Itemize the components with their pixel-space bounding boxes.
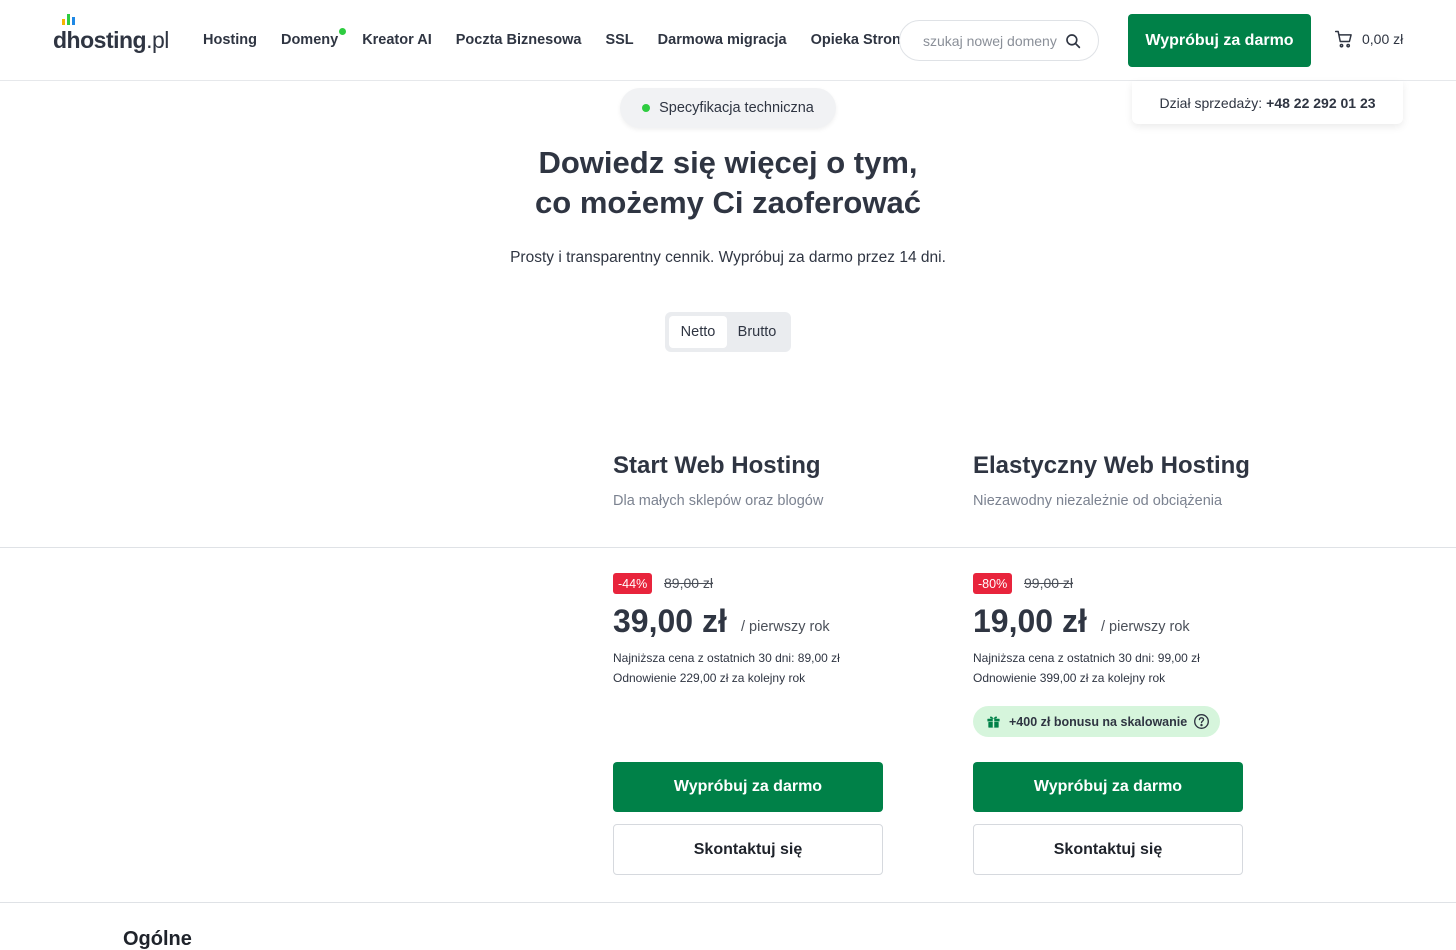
contact-button[interactable]: Skontaktuj się	[613, 824, 883, 875]
tech-spec-label: Specyfikacja techniczna	[659, 100, 814, 116]
lowest-price-note: Najniższa cena z ostatnich 30 dni: 89,00…	[613, 651, 840, 665]
bonus-label: +400 zł bonusu na skalowanie	[1009, 714, 1188, 729]
nav-item-poczta-biznesowa[interactable]: Poczta Biznesowa	[456, 30, 582, 50]
sales-phone[interactable]: +48 22 292 01 23	[1266, 95, 1375, 111]
logo-text: dhosting	[53, 27, 147, 53]
old-price: 99,00 zł	[1024, 575, 1074, 591]
nav-label: Opieka Stron	[810, 32, 901, 48]
try-free-header-button[interactable]: Wypróbuj za darmo	[1128, 14, 1311, 67]
section-title-general: Ogólne	[123, 928, 192, 950]
nav-item-domeny[interactable]: Domeny	[280, 28, 347, 50]
plan-tagline: Dla małych sklepów oraz blogów	[613, 493, 824, 509]
logo[interactable]: dhosting.pl	[53, 14, 169, 54]
plan-tagline: Niezawodny niezależnie od obciążenia	[973, 493, 1223, 509]
logo-bars-icon	[62, 14, 75, 25]
toggle-brutto[interactable]: Brutto	[727, 316, 787, 348]
nav-label: Darmowa migracja	[657, 32, 787, 48]
cart-icon	[1334, 30, 1352, 48]
logo-tld: .pl	[146, 27, 169, 53]
logo-wordmark: dhosting.pl	[53, 14, 169, 54]
plan-name: Start Web Hosting	[613, 452, 821, 479]
cart-total: 0,00 zł	[1362, 31, 1404, 47]
nav-item-ssl[interactable]: SSL	[605, 30, 633, 50]
price-notes: Najniższa cena z ostatnich 30 dni: 99,00…	[973, 648, 1200, 688]
try-free-button[interactable]: Wypróbuj za darmo	[613, 762, 883, 812]
page-subtitle: Prosty i transparentny cennik. Wypróbuj …	[510, 249, 946, 266]
discount-badge: -44%	[613, 573, 653, 594]
divider	[0, 902, 1456, 903]
status-dot	[642, 104, 651, 112]
old-price: 89,00 zł	[664, 575, 714, 591]
price: 19,00 zł	[973, 603, 1087, 639]
page-title: Dowiedz się więcej o tym, co możemy Ci z…	[0, 143, 1456, 223]
nav-label: Poczta Biznesowa	[455, 32, 582, 48]
gift-icon	[987, 716, 1000, 728]
page-title-line1: Dowiedz się więcej o tym,	[538, 145, 918, 180]
try-free-button[interactable]: Wypróbuj za darmo	[973, 762, 1243, 812]
new-dot-indicator	[339, 28, 347, 35]
nav-item-opieka-stron[interactable]: Opieka Stron	[811, 30, 901, 50]
lowest-price-note: Najniższa cena z ostatnich 30 dni: 99,00…	[973, 651, 1200, 665]
sales-label: Dział sprzedaży:	[1159, 94, 1263, 111]
price-type-toggle: Netto Brutto	[665, 312, 791, 352]
renewal-note: Odnowienie 399,00 zł za kolejny rok	[973, 671, 1166, 685]
price-notes: Najniższa cena z ostatnich 30 dni: 89,00…	[613, 648, 840, 688]
domain-search	[899, 20, 1099, 61]
domain-search-input[interactable]	[923, 32, 1058, 49]
toggle-netto[interactable]: Netto	[669, 316, 727, 348]
cart-button[interactable]: 0,00 zł	[1334, 29, 1403, 49]
nav-item-darmowa-migracja[interactable]: Darmowa migracja	[658, 30, 787, 50]
main-nav: Hosting Domeny Kreator AI Poczta Bizneso…	[203, 28, 925, 50]
divider	[0, 547, 1456, 548]
price: 39,00 zł	[613, 603, 727, 639]
nav-label: Domeny	[280, 32, 339, 48]
contact-button[interactable]: Skontaktuj się	[973, 824, 1243, 875]
plan-name: Elastyczny Web Hosting	[973, 452, 1250, 479]
question-circle-icon[interactable]	[1193, 713, 1210, 730]
search-icon[interactable]	[1064, 32, 1082, 50]
price-period: / pierwszy rok	[741, 619, 830, 635]
tech-spec-pill[interactable]: Specyfikacja techniczna	[620, 88, 836, 128]
price-period: / pierwszy rok	[1101, 619, 1190, 635]
nav-label: Hosting	[203, 32, 257, 48]
nav-label: Kreator AI	[362, 32, 432, 48]
nav-item-hosting[interactable]: Hosting	[203, 30, 257, 50]
discount-badge: -80%	[973, 573, 1013, 594]
sales-contact: Dział sprzedaży: +48 22 292 01 23	[1132, 81, 1403, 124]
renewal-note: Odnowienie 229,00 zł za kolejny rok	[613, 671, 806, 685]
nav-label: SSL	[605, 32, 634, 48]
site-header: dhosting.pl Hosting Domeny Kreator AI Po…	[0, 0, 1456, 81]
nav-item-kreator-ai[interactable]: Kreator AI	[362, 30, 432, 50]
scaling-bonus-badge: +400 zł bonusu na skalowanie	[973, 706, 1221, 737]
page-title-line2: co możemy Ci zaoferować	[535, 185, 921, 220]
